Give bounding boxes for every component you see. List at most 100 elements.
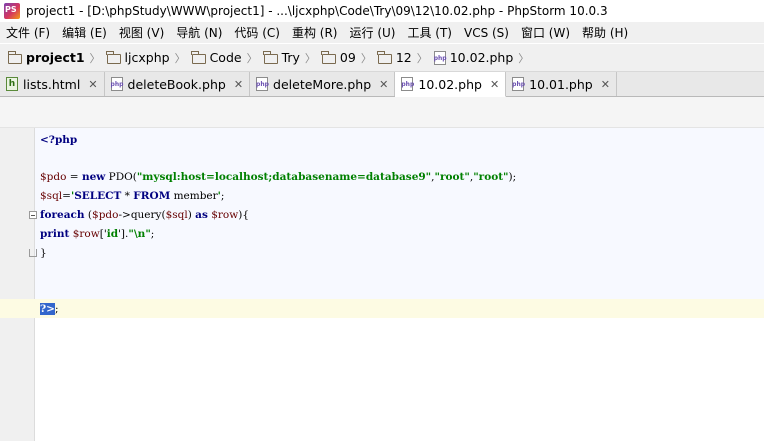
code-token: ; <box>54 303 59 315</box>
code-line-open-tag: <?php <box>40 131 77 149</box>
tab-10-02-php[interactable]: 10.02.php ✕ <box>395 72 507 97</box>
menu-edit[interactable]: 编辑 (E) <box>56 24 113 41</box>
code-token: member <box>170 190 218 202</box>
breadcrumb-label: ljcxphp <box>124 50 170 65</box>
code-token: = <box>66 171 82 183</box>
code-token: SELECT <box>74 190 122 202</box>
tab-label: 10.01.php <box>529 76 593 92</box>
menu-file[interactable]: 文件 (F) <box>0 24 56 41</box>
folder-icon <box>7 50 22 64</box>
breadcrumb-separator: 〉 <box>360 51 372 65</box>
breadcrumb-separator: 〉 <box>246 51 258 65</box>
editor-gutter[interactable] <box>0 128 35 441</box>
close-icon[interactable]: ✕ <box>379 78 388 91</box>
menu-code[interactable]: 代码 (C) <box>228 24 286 41</box>
php-file-icon <box>256 77 269 91</box>
code-token: "mysql:host=localhost;databasename=datab… <box>136 171 432 183</box>
code-token: $pdo <box>92 209 119 221</box>
code-token: $row <box>211 209 239 221</box>
folder-icon <box>263 50 278 64</box>
code-line-pdo: $pdo = new PDO("mysql:host=localhost;dat… <box>40 168 516 186</box>
code-line-foreach: foreach ($pdo->query($sql) as $row){ <box>40 206 249 224</box>
code-token: * <box>121 190 134 202</box>
tab-label: deleteBook.php <box>127 76 226 92</box>
code-token: } <box>40 247 47 259</box>
php-file-icon <box>433 50 447 65</box>
menu-tools[interactable]: 工具 (T) <box>401 24 458 41</box>
breadcrumb-item-try[interactable]: Try <box>263 50 300 65</box>
code-token: as <box>195 209 208 221</box>
php-open-tag: <?php <box>40 134 78 146</box>
code-token: new <box>81 171 106 183</box>
code-token: $sql <box>40 190 63 202</box>
breadcrumb-item-project1[interactable]: project1 <box>7 50 85 65</box>
menu-help[interactable]: 帮助 (H) <box>576 24 634 41</box>
tab-label: lists.html <box>23 76 81 92</box>
code-token: [' <box>99 228 107 240</box>
folder-icon <box>106 50 121 64</box>
menu-bar: 文件 (F) 编辑 (E) 视图 (V) 导航 (N) 代码 (C) 重构 (R… <box>0 22 764 43</box>
window-title: project1 - [D:\phpStudy\WWW\project1] - … <box>26 4 608 18</box>
title-bar: project1 - [D:\phpStudy\WWW\project1] - … <box>0 0 764 22</box>
code-token: foreach <box>40 209 85 221</box>
code-line-print: print $row['id']."\n"; <box>40 225 154 243</box>
tab-lists-html[interactable]: h lists.html ✕ <box>0 72 105 96</box>
menu-window[interactable]: 窗口 (W) <box>515 24 576 41</box>
breadcrumb-label: Code <box>209 50 242 65</box>
code-token: $pdo <box>40 171 67 183</box>
code-token: ; <box>150 228 155 240</box>
breadcrumb-separator: 〉 <box>89 51 101 65</box>
close-icon[interactable]: ✕ <box>234 78 243 91</box>
code-token: ); <box>508 171 517 183</box>
code-token: ; <box>220 190 225 202</box>
breadcrumb-separator: 〉 <box>174 51 186 65</box>
php-file-icon <box>401 77 414 91</box>
menu-refactor[interactable]: 重构 (R) <box>286 24 344 41</box>
code-token: ){ <box>238 209 250 221</box>
tab-deletemore-php[interactable]: deleteMore.php ✕ <box>250 72 396 96</box>
breadcrumb-item-12[interactable]: 12 <box>377 50 412 65</box>
fold-end-icon[interactable] <box>29 249 37 257</box>
close-icon[interactable]: ✕ <box>88 78 97 91</box>
phpstorm-logo-icon <box>4 3 20 19</box>
code-token: ']. <box>118 228 129 240</box>
tab-10-01-php[interactable]: 10.01.php ✕ <box>506 72 617 96</box>
breadcrumb-item-file[interactable]: 10.02.php <box>433 50 513 65</box>
breadcrumb-item-ljcxphp[interactable]: ljcxphp <box>106 50 170 65</box>
breadcrumb-label: Try <box>281 50 300 65</box>
close-icon[interactable]: ✕ <box>601 78 610 91</box>
tab-deletebook-php[interactable]: deleteBook.php ✕ <box>105 72 251 96</box>
breadcrumb-item-09[interactable]: 09 <box>321 50 356 65</box>
php-file-icon <box>110 77 123 91</box>
code-token: PDO( <box>105 171 137 183</box>
menu-run[interactable]: 运行 (U) <box>344 24 402 41</box>
breadcrumb-separator: 〉 <box>304 51 316 65</box>
html-file-icon: h <box>6 77 18 91</box>
folder-icon <box>321 50 336 64</box>
editor-header-strip <box>0 97 764 128</box>
fold-toggle-icon[interactable] <box>29 211 37 219</box>
code-line-close-brace: } <box>40 244 47 262</box>
breadcrumb-item-code[interactable]: Code <box>191 50 242 65</box>
breadcrumb-separator: 〉 <box>416 51 428 65</box>
code-token: ( <box>84 209 93 221</box>
tab-label: deleteMore.php <box>273 76 372 92</box>
tab-label: 10.02.php <box>418 76 482 92</box>
folder-icon <box>377 50 392 64</box>
code-token: FROM <box>133 190 171 202</box>
menu-navigate[interactable]: 导航 (N) <box>170 24 228 41</box>
breadcrumb-label: project1 <box>26 50 85 65</box>
menu-vcs[interactable]: VCS (S) <box>458 26 515 40</box>
menu-view[interactable]: 视图 (V) <box>113 24 170 41</box>
breadcrumb-label: 12 <box>395 50 412 65</box>
code-line-sql: $sql='SELECT * FROM member'; <box>40 187 224 205</box>
code-token: "root" <box>434 171 470 183</box>
php-close-tag: ?> <box>40 303 55 315</box>
php-file-icon <box>512 77 525 91</box>
breadcrumb-separator: 〉 <box>518 51 530 65</box>
breadcrumb-label: 09 <box>339 50 356 65</box>
code-token: id <box>106 228 119 240</box>
close-icon[interactable]: ✕ <box>490 78 499 91</box>
editor-tab-bar: h lists.html ✕ deleteBook.php ✕ deleteMo… <box>0 72 764 97</box>
caret-row-highlight <box>0 299 764 318</box>
